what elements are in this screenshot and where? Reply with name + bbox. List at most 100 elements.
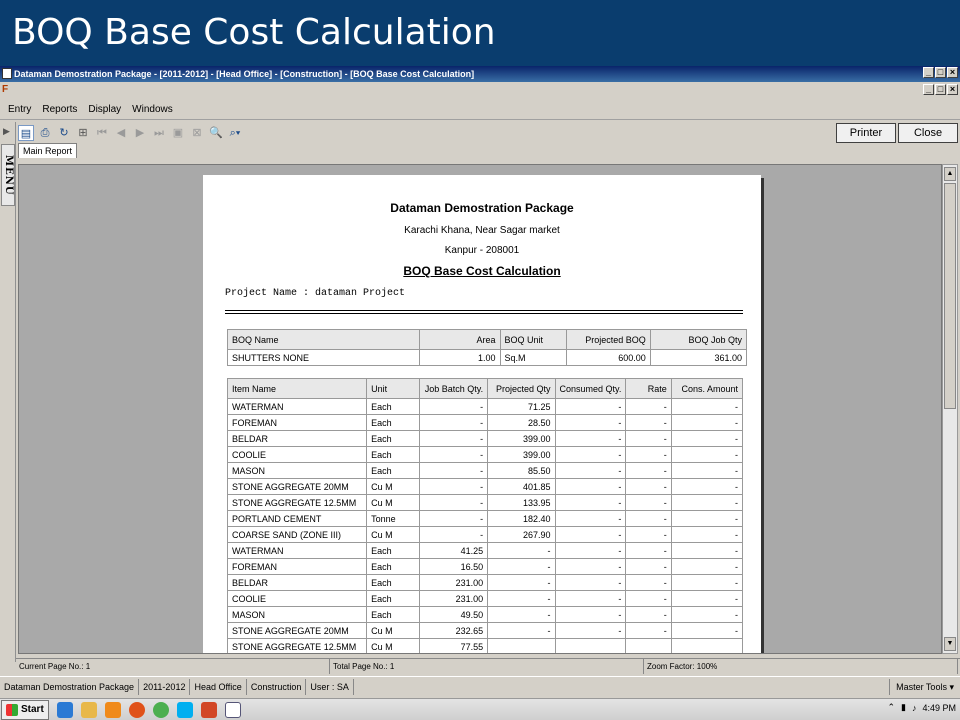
- volume-icon[interactable]: ♪: [912, 703, 917, 713]
- report-page: Dataman Demostration Package Karachi Kha…: [203, 175, 761, 653]
- clock[interactable]: 4:49 PM: [922, 703, 956, 713]
- table-cell: 28.50: [487, 414, 556, 431]
- menu-reports[interactable]: Reports: [42, 104, 77, 115]
- skype-icon[interactable]: [176, 701, 193, 718]
- printer-button[interactable]: Printer: [836, 123, 896, 143]
- table-cell: PORTLAND CEMENT: [226, 510, 368, 527]
- menu-entry[interactable]: Entry: [8, 104, 31, 115]
- table-row: STONE AGGREGATE 20MM Cu M -401.85- - -: [226, 478, 744, 495]
- chrome-icon[interactable]: [152, 701, 169, 718]
- table-cell: 231.00: [419, 574, 489, 591]
- table-cell: -: [419, 494, 489, 511]
- firefox-icon[interactable]: [128, 701, 145, 718]
- start-label: Start: [21, 704, 44, 715]
- media-player-icon[interactable]: [104, 701, 121, 718]
- table-cell: -: [554, 590, 627, 607]
- group-tree-icon[interactable]: ⊞: [75, 125, 91, 141]
- folder-icon[interactable]: [80, 701, 97, 718]
- table-cell: 16.50: [419, 558, 489, 575]
- table-cell: 399.00: [487, 446, 556, 463]
- table-cell: Each: [366, 446, 421, 463]
- print-icon[interactable]: ⎙: [37, 125, 53, 141]
- current-page-status: Current Page No.: 1: [16, 659, 330, 674]
- mdi-close-button[interactable]: ×: [947, 84, 958, 95]
- dataman-app-icon[interactable]: [224, 701, 241, 718]
- goto-page-icon[interactable]: ▣: [170, 125, 186, 141]
- mdi-minimize-button[interactable]: _: [923, 84, 934, 95]
- table-cell: Each: [366, 542, 421, 559]
- report-toolbar: ▤ ⎙ ↻ ⊞ ⏮ ◀ ▶ ⏭ ▣ ⊠ 🔍 ⌕▾: [18, 122, 958, 144]
- table-cell: -: [625, 494, 672, 511]
- menu-windows[interactable]: Windows: [132, 104, 173, 115]
- table-cell: -: [419, 398, 489, 415]
- table-row: STONE AGGREGATE 20MM Cu M 232.65- - - -: [226, 622, 744, 639]
- mdi-restore-button[interactable]: □: [935, 84, 946, 95]
- menu-display[interactable]: Display: [88, 104, 121, 115]
- items-header-amount: Cons. Amount: [670, 378, 744, 399]
- scroll-down-icon[interactable]: ▼: [944, 637, 956, 651]
- stop-icon[interactable]: ⊠: [189, 125, 205, 141]
- table-cell: -: [487, 558, 556, 575]
- boq-header-projected: Projected BOQ: [565, 329, 651, 350]
- table-cell: [625, 638, 672, 653]
- table-cell: -: [419, 526, 489, 543]
- start-button[interactable]: Start: [1, 699, 49, 720]
- previous-page-icon[interactable]: ◀: [113, 125, 129, 141]
- zoom-dropdown-icon[interactable]: ⌕▾: [227, 125, 243, 141]
- table-cell: 401.85: [487, 478, 556, 495]
- table-row: BELDAR Each -399.00- - -: [226, 430, 744, 447]
- table-cell: -: [670, 526, 744, 543]
- project-name-line: Project Name : dataman Project: [225, 288, 406, 299]
- table-cell: -: [625, 622, 672, 639]
- table-cell: -: [487, 574, 556, 591]
- table-cell: 71.25: [487, 398, 556, 415]
- table-cell: 77.55: [419, 638, 489, 653]
- table-cell: -: [554, 606, 627, 623]
- table-cell: -: [554, 542, 627, 559]
- table-cell: -: [625, 430, 672, 447]
- scroll-thumb[interactable]: [944, 183, 956, 409]
- ie-icon[interactable]: [56, 701, 73, 718]
- minimize-button[interactable]: _: [923, 67, 934, 78]
- table-cell: 267.90: [487, 526, 556, 543]
- tray-expand-icon[interactable]: ⌃: [887, 702, 895, 713]
- table-cell: Each: [366, 462, 421, 479]
- table-cell: STONE AGGREGATE 20MM: [226, 478, 368, 495]
- table-cell: Each: [366, 606, 421, 623]
- app-window: Dataman Demostration Package - [2011-201…: [0, 66, 960, 720]
- table-row: STONE AGGREGATE 12.5MM Cu M 77.55: [226, 638, 744, 653]
- company-address-line1: Karachi Khana, Near Sagar market: [404, 225, 560, 236]
- first-page-icon[interactable]: ⏮: [94, 125, 110, 141]
- table-cell: -: [487, 542, 556, 559]
- table-cell: WATERMAN: [226, 542, 368, 559]
- scroll-up-icon[interactable]: ▲: [944, 167, 956, 181]
- table-cell: -: [419, 462, 489, 479]
- search-icon[interactable]: 🔍: [208, 125, 224, 141]
- master-tools-dropdown[interactable]: Master Tools ▾: [889, 679, 954, 695]
- table-cell: -: [554, 398, 627, 415]
- table-row: MASON Each 49.50- - - -: [226, 606, 744, 623]
- boq-cell: Sq.M: [499, 349, 567, 366]
- next-page-icon[interactable]: ▶: [132, 125, 148, 141]
- table-row: FOREMAN Each -28.50- - -: [226, 414, 744, 431]
- slide-title: BOQ Base Cost Calculation: [12, 12, 496, 53]
- last-page-icon[interactable]: ⏭: [151, 125, 167, 141]
- close-window-button[interactable]: ×: [947, 67, 958, 78]
- table-cell: -: [554, 430, 627, 447]
- expand-arrow-icon[interactable]: ▶: [3, 126, 10, 137]
- table-cell: -: [419, 430, 489, 447]
- network-icon[interactable]: ▮: [901, 702, 906, 713]
- table-cell: -: [554, 446, 627, 463]
- maximize-button[interactable]: □: [935, 67, 946, 78]
- powerpoint-icon[interactable]: [200, 701, 217, 718]
- export-icon[interactable]: ▤: [18, 125, 34, 141]
- vertical-scrollbar[interactable]: ▲ ▼: [942, 164, 958, 654]
- side-menu-tab[interactable]: MENU: [1, 144, 15, 206]
- tab-main-report[interactable]: Main Report: [18, 143, 78, 158]
- table-cell: -: [625, 590, 672, 607]
- windows-logo-icon: [6, 703, 18, 716]
- refresh-icon[interactable]: ↻: [56, 125, 72, 141]
- chevron-down-icon: ▾: [949, 682, 954, 692]
- table-cell: STONE AGGREGATE 12.5MM: [226, 494, 368, 511]
- close-button[interactable]: Close: [898, 123, 958, 143]
